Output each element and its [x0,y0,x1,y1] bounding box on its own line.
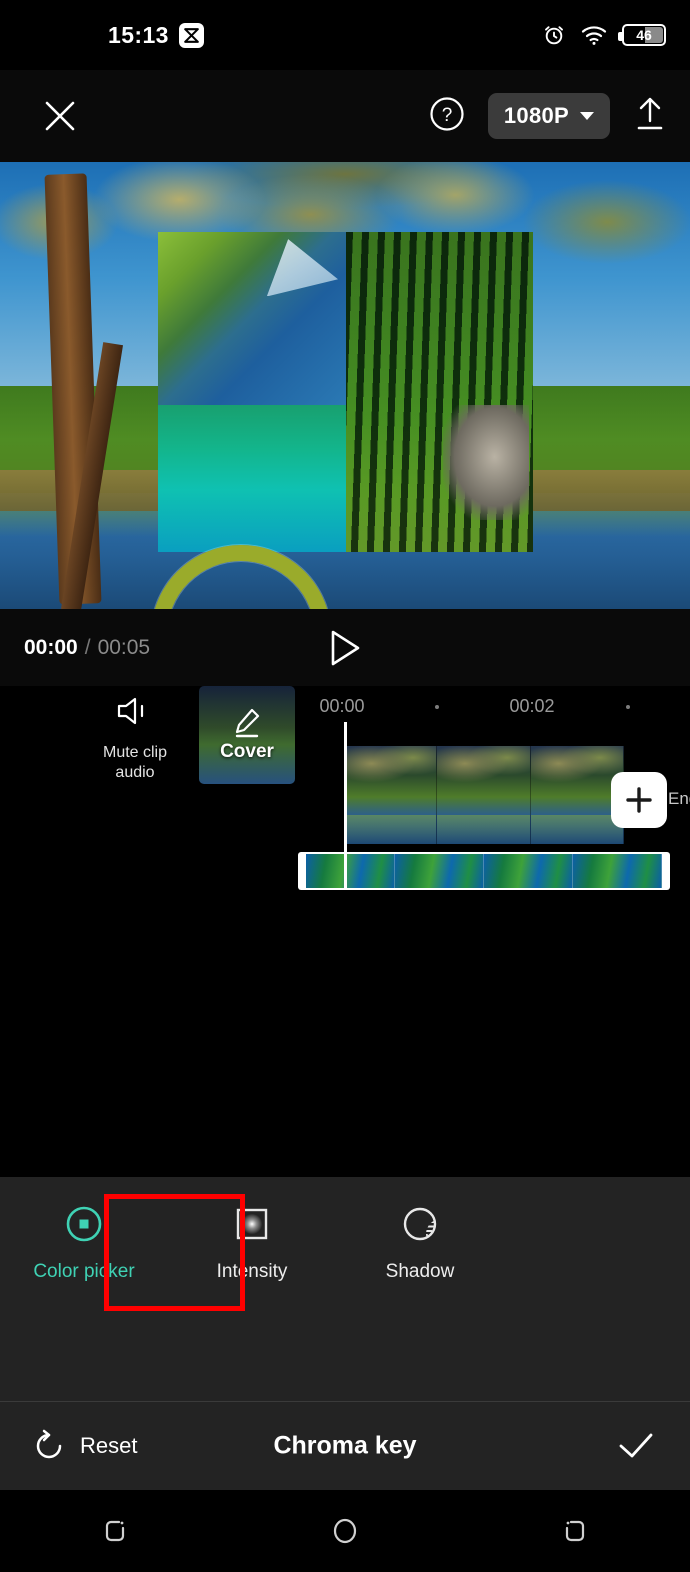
bottom-action-bar: Reset Chroma key [0,1401,690,1490]
add-clip-button[interactable] [611,772,667,828]
timeline-end-label: End [668,789,690,808]
status-clock: 15:13 [108,21,169,48]
ruler-label-0: 00:00 [319,696,365,716]
tool-color-picker[interactable]: Color picker [0,1201,168,1283]
recents-button[interactable] [70,1501,160,1561]
confirm-button[interactable] [612,1422,660,1470]
battery-level: 46 [636,27,652,43]
ruler-tick-2 [626,705,630,709]
alarm-icon [545,26,563,45]
android-nav-bar [0,1490,690,1572]
play-button[interactable] [321,624,369,672]
capcut-glyph [183,27,199,43]
current-time: 00:00 [24,635,78,659]
playhead[interactable] [344,722,347,888]
cover-button[interactable]: Cover [199,686,295,784]
timeline[interactable]: 00:00 00:02 Mute clip audio Cover En [0,686,690,1177]
intensity-icon [230,1201,274,1247]
resolution-label: 1080P [503,103,569,128]
reset-label: Reset [80,1433,138,1458]
main-video-track[interactable] [344,746,624,844]
svg-text:?: ? [442,105,453,126]
status-bar-right: 46 [542,0,666,70]
close-icon [45,101,75,131]
time-separator: / [84,635,91,659]
tool-label: Color picker [33,1261,135,1282]
tool-shadow[interactable]: Shadow [336,1201,504,1283]
overlay-left-half [158,232,346,552]
chroma-key-tool-strip: Color picker Intensity Shadow [0,1177,690,1401]
export-icon [637,97,663,129]
transport-bar: 00:00 / 00:05 [0,609,690,686]
overlay-right-half [345,232,533,552]
shadow-glyph [403,1207,437,1241]
close-button[interactable] [38,94,82,138]
app-root: 15:13 46 ? 1080P 00:00 / 00:05 00:00 00:… [0,0,690,1572]
mute-clip-audio-button[interactable]: Mute clip audio [87,694,183,782]
tool-label: Shadow [385,1261,455,1282]
overlay-track-frame [573,854,662,888]
battery-indicator: 46 [618,24,666,46]
overlay-track-frame [395,854,484,888]
play-icon [331,630,360,665]
wifi-icon [581,26,607,45]
status-bar: 15:13 46 [0,0,690,70]
back-button[interactable] [530,1501,620,1561]
overlay-water [158,404,346,552]
undo-icon [36,1429,62,1459]
track-frame [437,746,531,844]
plus-icon [626,787,652,813]
capcut-icon [178,22,204,48]
mute-clip-audio-label: Mute clip audio [87,743,183,782]
back-icon [565,1520,585,1542]
export-button[interactable] [632,95,668,138]
top-toolbar-right: ? 1080P [428,93,668,139]
home-button[interactable] [300,1501,390,1561]
reset-button[interactable]: Reset [32,1429,137,1463]
mute-label-line1: Mute clip [102,744,168,761]
overlay-track-frames [306,854,662,888]
home-icon [333,1518,357,1544]
color-picker-icon [61,1201,107,1247]
overlay-track-frame [306,854,395,888]
status-bar-left: 15:13 [108,0,204,70]
panel-title: Chroma key [273,1431,417,1460]
overlay-rocks [443,404,530,520]
help-icon: ? [430,96,464,131]
video-preview[interactable] [0,162,690,609]
resolution-selector[interactable]: 1080P [487,93,610,139]
check-icon [619,1433,653,1458]
top-toolbar: ? 1080P [0,70,690,162]
tool-list: Color picker Intensity Shadow [0,1201,690,1283]
tool-label: Intensity [216,1261,288,1282]
track-frame [530,746,624,844]
ruler-tick-1 [435,705,439,709]
cover-label: Cover [220,741,274,762]
overlay-track-frame [484,854,573,888]
track-frame [344,746,438,844]
pencil-icon [235,708,260,738]
shadow-icon [398,1201,442,1247]
help-button[interactable]: ? [428,95,466,138]
intensity-glyph [236,1208,268,1240]
recents-icon [105,1520,125,1542]
overlay-mountain [158,232,346,412]
preview-overlay-clip[interactable] [158,232,533,552]
total-time: 00:05 [97,635,151,659]
overlay-video-track[interactable] [298,852,670,890]
ruler-label-1: 00:02 [509,696,555,716]
mute-label-line2: audio [115,763,155,781]
color-picker-glyph [66,1206,102,1242]
chevron-down-icon [580,112,594,120]
time-display: 00:00 / 00:05 [24,636,150,660]
tool-intensity[interactable]: Intensity [168,1201,336,1283]
speaker-icon [117,697,144,725]
